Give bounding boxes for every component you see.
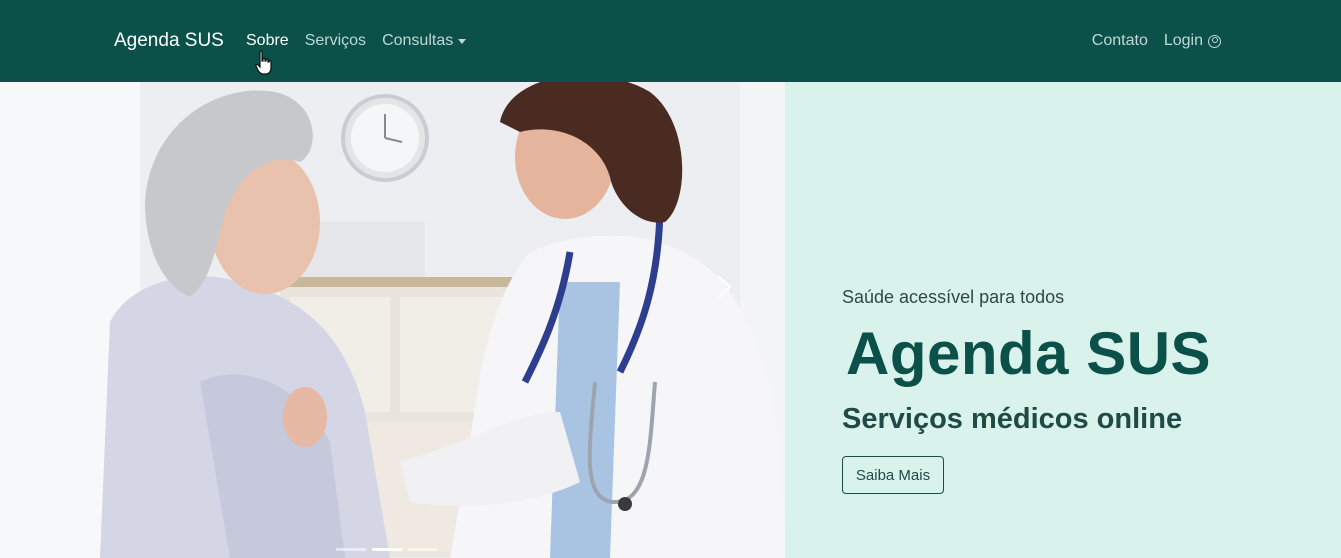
nav-link-login-label: Login — [1163, 32, 1203, 49]
carousel-indicator[interactable] — [408, 548, 438, 551]
nav-dropdown-consultas[interactable]: Consultas — [382, 29, 467, 53]
brand-link[interactable]: Agenda SUS — [114, 28, 224, 54]
nav-left-links: Sobre Serviços Consultas — [246, 29, 467, 53]
hand-cursor-icon — [255, 50, 272, 75]
caret-down-icon — [458, 39, 467, 44]
nav-link-contato[interactable]: Contato — [1092, 29, 1148, 53]
hero-title: Agenda SUS — [846, 320, 1212, 387]
carousel-indicator[interactable] — [336, 548, 366, 551]
nav-dropdown-consultas-label: Consultas — [382, 32, 454, 49]
top-navbar: Agenda SUS Sobre Serviços Consultas Cont… — [0, 0, 1341, 82]
carousel-indicators — [336, 548, 438, 551]
doctor-patient-photo — [0, 82, 785, 558]
user-circle-icon — [1208, 34, 1221, 48]
hero-subtitle: Serviços médicos online — [842, 403, 1183, 435]
chevron-right-icon[interactable] — [712, 272, 736, 302]
hero-text-panel: Saúde acessível para todos Agenda SUS Se… — [785, 82, 1341, 558]
nav-link-login[interactable]: Login — [1164, 29, 1221, 53]
hero-photo — [0, 82, 785, 558]
hero-tagline: Saúde acessível para todos — [842, 287, 1065, 307]
saiba-mais-button[interactable]: Saiba Mais — [842, 456, 944, 494]
carousel-indicator-active[interactable] — [372, 548, 402, 551]
nav-link-servicos[interactable]: Serviços — [305, 29, 366, 53]
nav-right-links: Contato Login — [1092, 29, 1221, 53]
hero-section: Saúde acessível para todos Agenda SUS Se… — [0, 82, 1341, 558]
